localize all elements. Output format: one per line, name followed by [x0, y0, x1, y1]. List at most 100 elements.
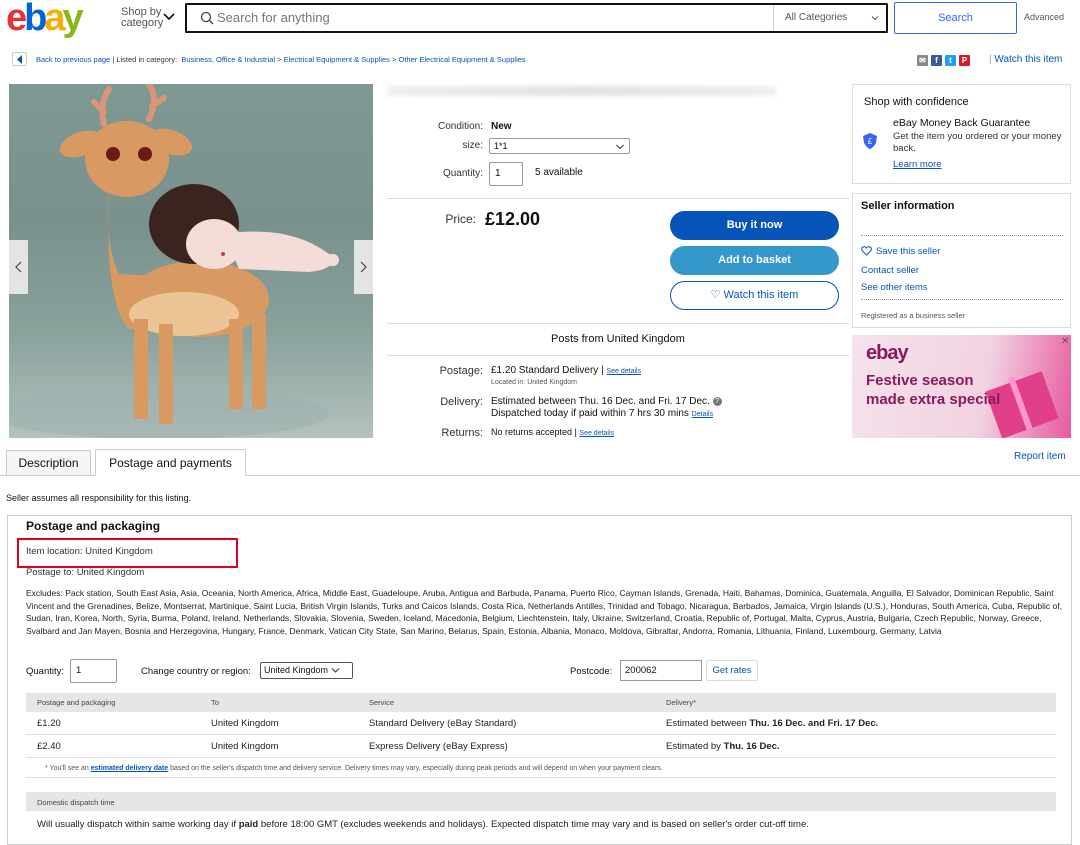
- ebay-logo[interactable]: ebay: [6, 0, 84, 39]
- watch-this-item-link[interactable]: | Watch this item: [989, 54, 1062, 65]
- twitter-icon[interactable]: t: [945, 54, 956, 66]
- dispatch-post: before 18:00 GMT (excludes weekends and …: [258, 819, 809, 830]
- close-icon[interactable]: ✕: [1061, 336, 1069, 347]
- ad-logo: ebay: [866, 342, 909, 364]
- details-link[interactable]: Details: [692, 411, 713, 418]
- breadcrumb-item[interactable]: Electrical Equipment & Supplies: [284, 55, 390, 64]
- previous-image-button[interactable]: [9, 240, 28, 294]
- returns-text: No returns accepted |: [491, 427, 577, 437]
- search-button[interactable]: Search: [894, 2, 1017, 34]
- price-label: Price:: [445, 212, 476, 226]
- pinterest-icon[interactable]: P: [959, 54, 970, 66]
- postage-label: Postage:: [439, 365, 483, 377]
- buy-it-now-button[interactable]: Buy it now: [670, 211, 839, 240]
- condition-value: New: [491, 121, 512, 132]
- quantity-label: Quantity:: [26, 666, 65, 677]
- delivery-label: Delivery:: [440, 396, 483, 408]
- dispatch-pre: Will usually dispatch within same workin…: [37, 819, 239, 830]
- tab-description[interactable]: Description: [6, 450, 91, 475]
- divider: [387, 355, 849, 356]
- row-delivery: Estimated by Thu. 16 Dec.: [666, 741, 780, 752]
- get-rates-button[interactable]: Get rates: [706, 660, 758, 681]
- save-seller-label: Save this seller: [876, 246, 941, 257]
- divider: [387, 323, 849, 324]
- save-seller-link[interactable]: Save this seller: [861, 246, 940, 257]
- country-select[interactable]: United Kingdom: [260, 662, 353, 679]
- divider: [387, 198, 849, 199]
- footnote-post: based on the seller's dispatch time and …: [168, 765, 663, 772]
- dispatch-bold: paid: [238, 819, 259, 830]
- quantity-input[interactable]: 1: [489, 162, 523, 186]
- other-items-link[interactable]: See other items: [861, 282, 928, 293]
- country-label: Change country or region:: [141, 666, 251, 677]
- size-label: size:: [462, 140, 483, 151]
- chevron-right-icon: [360, 261, 367, 273]
- estimated-delivery-link[interactable]: estimated delivery date: [91, 765, 168, 772]
- report-item-link[interactable]: Report item: [1014, 451, 1066, 462]
- back-button[interactable]: [12, 52, 27, 66]
- contact-seller-link[interactable]: Contact seller: [861, 265, 919, 276]
- divider: [861, 299, 1063, 300]
- available-count: 5 available: [535, 167, 583, 178]
- dispatch-text: Dispatched today if paid within 7 hrs 30…: [491, 408, 689, 419]
- chevron-down-icon[interactable]: [870, 13, 880, 23]
- seller-title: Seller information: [861, 200, 955, 212]
- confidence-title: Shop with confidence: [864, 96, 969, 108]
- column-header: Delivery*: [666, 698, 697, 707]
- help-icon[interactable]: ?: [712, 396, 722, 406]
- see-details-link[interactable]: See details: [606, 368, 641, 375]
- breadcrumb: Back to previous page | Listed in catego…: [36, 55, 526, 64]
- column-header: Service: [369, 698, 395, 707]
- seller-info-box: [852, 193, 1071, 328]
- divider: [26, 757, 1056, 758]
- add-to-basket-button[interactable]: Add to basket: [670, 246, 839, 275]
- search-icon: [200, 11, 214, 25]
- shield-icon: £: [863, 133, 877, 149]
- postage-title: Postage and packaging: [26, 519, 161, 533]
- delivery-pre: Estimated by: [666, 741, 724, 752]
- facebook-icon[interactable]: f: [931, 54, 942, 66]
- chevron-down-icon: [331, 668, 339, 673]
- delivery-pre: Estimated between: [666, 718, 750, 729]
- divider: [773, 5, 774, 31]
- search-input[interactable]: [217, 10, 717, 25]
- tab-postage-payments[interactable]: Postage and payments: [95, 449, 246, 476]
- category-label: category: [121, 17, 164, 29]
- ad-text: Festive season made extra special: [866, 372, 1001, 408]
- item-title-obscured: [388, 86, 776, 96]
- email-icon[interactable]: ✉: [917, 54, 928, 66]
- logo-letter: b: [24, 0, 47, 39]
- product-image[interactable]: [9, 84, 373, 438]
- postage-text: £1.20 Standard Delivery |: [491, 365, 604, 376]
- postcode-input[interactable]: 200062: [620, 660, 702, 681]
- size-select[interactable]: 1*1: [489, 138, 630, 154]
- delivery-estimate-text: Estimated between Thu. 16 Dec. and Fri. …: [491, 396, 710, 407]
- row-service: Standard Delivery (eBay Standard): [369, 718, 517, 729]
- breadcrumb-item[interactable]: Other Electrical Equipment & Supplies: [399, 55, 526, 64]
- breadcrumb-item[interactable]: Business, Office & Industrial: [181, 55, 275, 64]
- category-select[interactable]: All Categories: [785, 12, 847, 23]
- share-icons: ✉ f t P: [917, 54, 973, 66]
- table-header: [26, 693, 1056, 712]
- footnote-pre: * You'll see an: [45, 765, 91, 772]
- dispatch-title: Domestic dispatch time: [37, 798, 115, 807]
- back-link[interactable]: Back to previous page: [36, 55, 110, 64]
- condition-label: Condition:: [437, 121, 483, 132]
- seller-disclaimer: Seller assumes all responsibility for th…: [6, 493, 192, 503]
- excluded-regions: Excludes: Pack station, South East Asia,…: [26, 588, 1062, 636]
- advanced-search-link[interactable]: Advanced: [1024, 12, 1064, 22]
- chevron-down-icon[interactable]: [162, 9, 176, 23]
- watch-item-button[interactable]: ♡ Watch this item: [670, 281, 839, 310]
- shop-by-category-button[interactable]: Shop by category: [121, 7, 163, 29]
- postage-value: £1.20 Standard Delivery | See details: [491, 365, 641, 376]
- returns-see-details-link[interactable]: See details: [579, 430, 614, 437]
- row-delivery: Estimated between Thu. 16 Dec. and Fri. …: [666, 718, 878, 729]
- postage-quantity-input[interactable]: 1: [70, 659, 117, 683]
- dispatch-header: [26, 792, 1056, 811]
- learn-more-link[interactable]: Learn more: [893, 159, 942, 170]
- located-in: Located in: United Kingdom: [491, 379, 577, 386]
- column-header: To: [211, 698, 219, 707]
- returns-label: Returns:: [441, 427, 483, 439]
- next-image-button[interactable]: [354, 240, 373, 294]
- heart-icon: [861, 246, 872, 257]
